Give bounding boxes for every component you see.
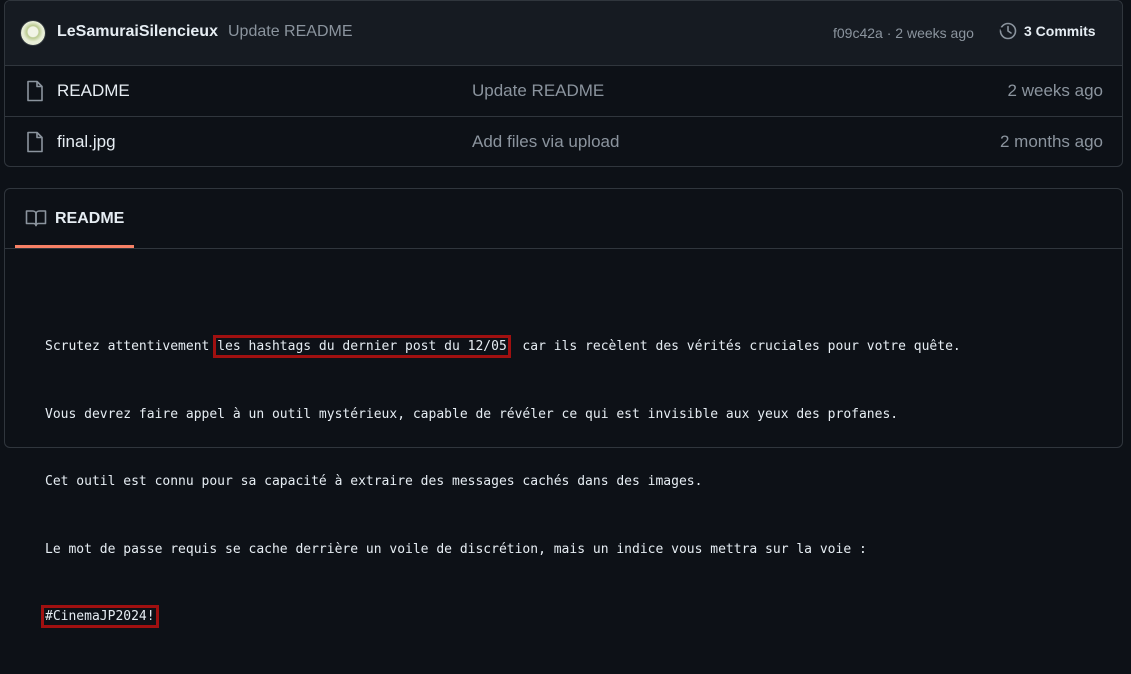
file-date: 2 months ago [999,132,1103,151]
commit-author-link[interactable]: LeSamuraiSilencieux [57,23,218,41]
history-icon [999,22,1017,40]
commit-time: 2 weeks ago [895,25,974,41]
file-row-readme[interactable]: README Update README 2 weeks ago [5,66,1122,117]
commit-message-link[interactable]: Update README [228,23,353,41]
readme-line-4: Le mot de passe requis se cache derrière… [45,541,867,557]
file-row-final-jpg[interactable]: final.jpg Add files via upload 2 months … [5,117,1122,166]
readme-line-5: #CinemaJP2024! [41,605,961,629]
file-icon [27,131,43,153]
file-icon [27,80,43,102]
readme-line-1: Scrutez attentivement les hashtags du de… [45,335,961,359]
commits-count-label: 3 Commits [1024,23,1096,39]
latest-commit-bar: LeSamuraiSilencieux Update README f09c42… [5,1,1122,66]
readme-text: Scrutez attentivement [45,339,218,354]
book-icon [25,210,47,227]
readme-panel: README Scrutez attentivement les hashtag… [4,188,1123,628]
file-date: 2 weeks ago [1007,81,1103,100]
file-list-panel: LeSamuraiSilencieux Update README f09c42… [4,0,1123,167]
readme-text: car ils recèlent des vérités cruciales p… [506,339,961,354]
commit-meta: f09c42a · 2 weeks ago [833,25,974,41]
commits-history-button[interactable]: 3 Commits [998,21,1096,41]
avatar[interactable] [21,21,45,45]
commit-hash-link[interactable]: f09c42a [833,25,883,41]
readme-line-3: Cet outil est connu pour sa capacité à e… [45,474,703,489]
readme-header-divider [5,248,1122,249]
highlighted-hashtag-phrase: les hashtags du dernier post du 12/05 [213,335,511,358]
file-name-link[interactable]: final.jpg [57,132,116,152]
highlighted-password-hint: #CinemaJP2024! [41,605,159,628]
readme-content: Scrutez attentivement les hashtags du de… [41,291,961,674]
file-name-link[interactable]: README [57,81,130,101]
readme-tab-label: README [55,210,125,227]
file-commit-message-link[interactable]: Add files via upload [472,132,619,152]
readme-line-2: Vous devrez faire appel à un outil mysté… [45,406,899,422]
meta-separator: · [882,25,896,41]
tab-readme[interactable]: README [15,189,134,248]
file-commit-message-link[interactable]: Update README [472,81,604,101]
